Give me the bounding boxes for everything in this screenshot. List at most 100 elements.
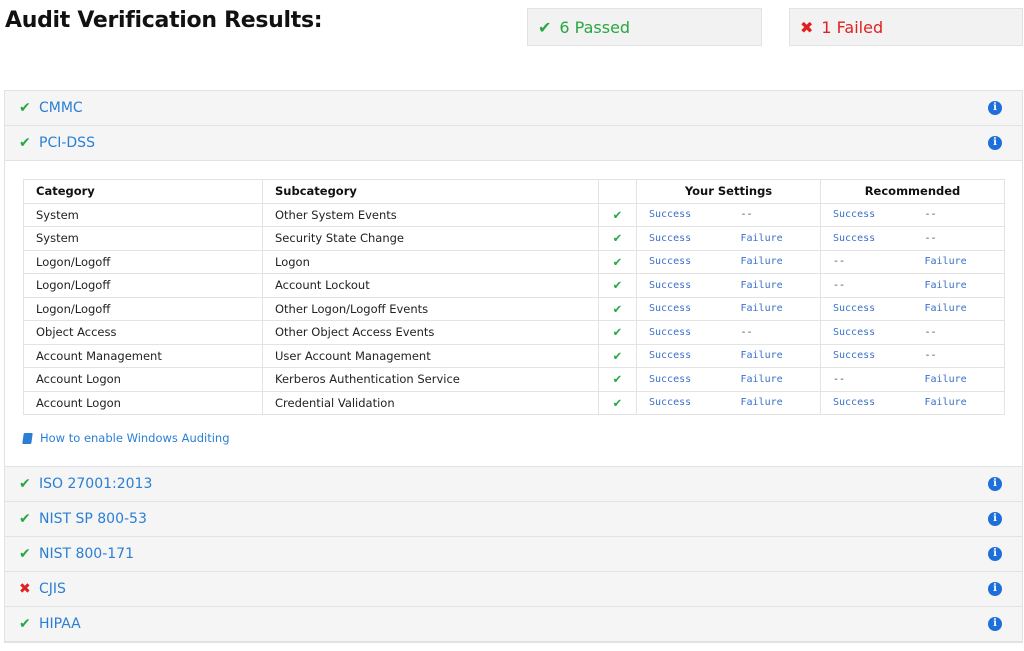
cell-rec-success: -- — [820, 249, 913, 274]
check-icon: ✔ — [598, 202, 637, 227]
cell-your-failure: Failure — [728, 273, 821, 298]
check-icon: ✔ — [598, 390, 637, 415]
cell-category: Logon/Logoff — [23, 249, 263, 274]
standard-name: NIST SP 800-53 — [39, 511, 147, 527]
info-icon[interactable]: i — [988, 547, 1002, 561]
cell-your-failure: Failure — [728, 249, 821, 274]
table-row: Logon/Logoff Logon ✔ Success Failure -- Failur… — [23, 249, 1005, 274]
check-icon: ✔ — [598, 343, 637, 368]
check-icon: ✔ — [19, 100, 31, 116]
cell-category: System — [23, 202, 263, 227]
page-title: Audit Verification Results: — [5, 8, 323, 33]
accordion-header-cmmc[interactable]: ✔ CMMC i — [5, 91, 1022, 126]
cell-rec-failure: Failure — [912, 390, 1005, 415]
cell-rec-failure: -- — [912, 202, 1005, 227]
cell-rec-failure: Failure — [912, 273, 1005, 298]
cell-your-success: Success — [636, 202, 729, 227]
cell-your-failure: Failure — [728, 343, 821, 368]
book-icon — [22, 432, 33, 444]
cell-rec-success: Success — [820, 320, 913, 345]
column-header-category: Category — [23, 179, 263, 204]
cell-rec-success: Success — [820, 226, 913, 251]
cell-your-success: Success — [636, 226, 729, 251]
check-icon: ✔ — [19, 616, 31, 632]
info-icon[interactable]: i — [988, 477, 1002, 491]
cell-rec-failure: -- — [912, 320, 1005, 345]
cell-your-success: Success — [636, 343, 729, 368]
accordion-header-nist-sp-800-53[interactable]: ✔ NIST SP 800-53 i — [5, 502, 1022, 537]
cell-your-success: Success — [636, 320, 729, 345]
cell-your-failure: -- — [728, 202, 821, 227]
cell-your-failure: Failure — [728, 296, 821, 321]
x-icon: ✖ — [19, 581, 31, 597]
accordion-header-iso-27001[interactable]: ✔ ISO 27001:2013 i — [5, 467, 1022, 502]
cell-category: Object Access — [23, 320, 263, 345]
info-icon[interactable]: i — [988, 582, 1002, 596]
cell-your-failure: -- — [728, 320, 821, 345]
standard-name: NIST 800-171 — [39, 546, 134, 562]
info-icon[interactable]: i — [988, 512, 1002, 526]
accordion-header-hipaa[interactable]: ✔ HIPAA i — [5, 607, 1022, 642]
accordion-header-cjis[interactable]: ✖ CJIS i — [5, 572, 1022, 607]
cell-subcategory: Security State Change — [262, 226, 599, 251]
check-icon: ✔ — [598, 367, 637, 392]
column-header-subcategory: Subcategory — [262, 179, 599, 204]
cell-rec-failure: -- — [912, 343, 1005, 368]
audit-settings-table: Category Subcategory Your Settings Recom… — [23, 179, 1005, 415]
cell-your-success: Success — [636, 367, 729, 392]
failed-summary: ✖ 1 Failed — [789, 8, 1023, 46]
table-row: Account Management User Account Managemen… — [23, 343, 1005, 368]
failed-label: 1 Failed — [821, 17, 884, 37]
cell-category: Logon/Logoff — [23, 296, 263, 321]
table-row: Account Logon Kerberos Authentication Ser… — [23, 367, 1005, 392]
check-icon: ✔ — [598, 226, 637, 251]
table-row: System Security State Change ✔ Success Failu… — [23, 226, 1005, 251]
table-row: Object Access Other Object Access Events ✔… — [23, 320, 1005, 345]
cell-category: Account Logon — [23, 390, 263, 415]
column-header-your-settings: Your Settings — [636, 179, 821, 204]
cell-category: Account Logon — [23, 367, 263, 392]
accordion-body-pci-dss: Category Subcategory Your Settings Recom… — [5, 161, 1022, 467]
column-header-status — [598, 179, 637, 204]
cell-rec-failure: Failure — [912, 296, 1005, 321]
cell-your-success: Success — [636, 273, 729, 298]
help-link-label[interactable]: How to enable Windows Auditing — [40, 431, 230, 445]
cell-rec-success: Success — [820, 296, 913, 321]
cell-subcategory: Credential Validation — [262, 390, 599, 415]
check-icon: ✔ — [598, 249, 637, 274]
table-row: System Other System Events ✔ Success -- Succe… — [23, 202, 1005, 227]
x-icon: ✖ — [800, 17, 814, 37]
cell-category: Account Management — [23, 343, 263, 368]
cell-rec-failure: Failure — [912, 249, 1005, 274]
accordion-header-pci-dss[interactable]: ✔ PCI-DSS i — [5, 126, 1022, 161]
cell-subcategory: Account Lockout — [262, 273, 599, 298]
cell-rec-success: -- — [820, 367, 913, 392]
table-row: Logon/Logoff Other Logon/Logoff Events ✔ Su… — [23, 296, 1005, 321]
standard-name: HIPAA — [39, 616, 81, 632]
cell-category: Logon/Logoff — [23, 273, 263, 298]
cell-your-failure: Failure — [728, 390, 821, 415]
cell-rec-success: Success — [820, 390, 913, 415]
standard-name: ISO 27001:2013 — [39, 476, 153, 492]
info-icon[interactable]: i — [988, 136, 1002, 150]
cell-rec-failure: Failure — [912, 367, 1005, 392]
column-header-recommended: Recommended — [820, 179, 1005, 204]
cell-rec-success: -- — [820, 273, 913, 298]
accordion-header-nist-800-171[interactable]: ✔ NIST 800-171 i — [5, 537, 1022, 572]
check-icon: ✔ — [598, 273, 637, 298]
cell-subcategory: Kerberos Authentication Service — [262, 367, 599, 392]
cell-your-success: Success — [636, 390, 729, 415]
cell-subcategory: Other System Events — [262, 202, 599, 227]
check-icon: ✔ — [19, 135, 31, 151]
cell-your-failure: Failure — [728, 226, 821, 251]
check-icon: ✔ — [19, 546, 31, 562]
info-icon[interactable]: i — [988, 617, 1002, 631]
cell-your-success: Success — [636, 296, 729, 321]
cell-your-failure: Failure — [728, 367, 821, 392]
standard-name: PCI-DSS — [39, 135, 95, 151]
info-icon[interactable]: i — [988, 101, 1002, 115]
cell-subcategory: Other Object Access Events — [262, 320, 599, 345]
passed-label: 6 Passed — [559, 17, 631, 37]
check-icon: ✔ — [19, 476, 31, 492]
help-link[interactable]: How to enable Windows Auditing — [22, 431, 1004, 445]
